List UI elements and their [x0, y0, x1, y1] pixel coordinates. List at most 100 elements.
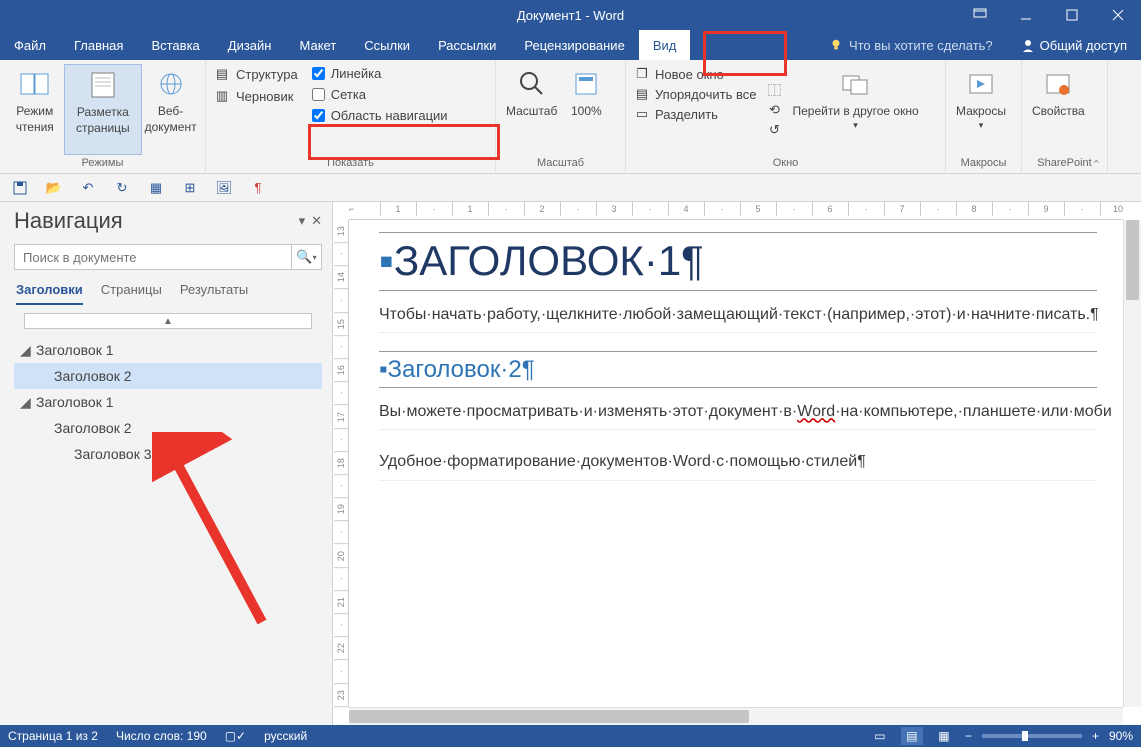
- scrollbar-thumb[interactable]: [349, 710, 749, 723]
- zoom-value[interactable]: 90%: [1109, 729, 1133, 743]
- nav-search[interactable]: 🔍▾: [14, 244, 322, 270]
- zoom-in-button[interactable]: +: [1092, 729, 1099, 743]
- navigation-pane: Навигация ▾ ✕ 🔍▾ Заголовки Страницы Резу…: [0, 202, 333, 725]
- title-bar: Документ1 - Word: [0, 0, 1141, 30]
- zoom-button[interactable]: Масштаб: [502, 64, 561, 155]
- vertical-scrollbar[interactable]: [1123, 220, 1141, 707]
- arrange-all-button[interactable]: ▤Упорядочить все: [634, 86, 756, 102]
- sync-scroll-icon[interactable]: ⟲: [766, 102, 782, 118]
- window-title: Документ1 - Word: [517, 8, 624, 23]
- outline-icon: ▤: [214, 66, 230, 82]
- status-page[interactable]: Страница 1 из 2: [8, 729, 98, 743]
- macros-button[interactable]: Макросы ▾: [952, 64, 1010, 155]
- nav-pane-title: Навигация: [14, 208, 123, 234]
- outline-check[interactable]: ▤Структура: [214, 66, 298, 82]
- gridlines-check[interactable]: Сетка: [312, 87, 448, 102]
- nav-tab-pages[interactable]: Страницы: [101, 282, 162, 305]
- web-layout-icon: [155, 68, 187, 100]
- ribbon-options-icon[interactable]: [957, 0, 1003, 30]
- web-layout-button[interactable]: Веб-документ: [142, 64, 199, 155]
- new-window-button[interactable]: ❐Новое окно: [634, 66, 756, 82]
- side-by-side-icon[interactable]: ⿰: [766, 82, 782, 98]
- draft-check[interactable]: ▥Черновик: [214, 88, 298, 104]
- reset-pos-icon[interactable]: ↺: [766, 122, 782, 138]
- paragraph: Вы·можете·просматривать·и·изменять·этот·…: [379, 398, 1097, 430]
- nav-tab-results[interactable]: Результаты: [180, 282, 248, 305]
- zoom-slider[interactable]: [982, 734, 1082, 738]
- read-mode-button[interactable]: Режим чтения: [6, 64, 64, 155]
- search-icon[interactable]: 🔍▾: [291, 245, 321, 269]
- paragraph: Удобное·форматирование·документов·Word·c…: [379, 448, 1097, 480]
- tab-home[interactable]: Главная: [60, 30, 137, 60]
- status-word-count[interactable]: Число слов: 190: [116, 729, 207, 743]
- heading-1: ▪ЗАГОЛОВОК·1¶: [379, 232, 1097, 291]
- tell-me[interactable]: Что вы хотите сделать?: [815, 38, 1007, 53]
- switch-windows-button[interactable]: Перейти в другое окно ▾: [788, 64, 922, 155]
- nav-close-icon[interactable]: ✕: [311, 213, 322, 229]
- document-page[interactable]: ▪ЗАГОЛОВОК·1¶ Чтобы·начать·работу,·щелкн…: [365, 220, 1111, 707]
- macros-icon: [965, 68, 997, 100]
- print-layout-view-icon[interactable]: ▤: [901, 727, 923, 745]
- tab-design[interactable]: Дизайн: [214, 30, 286, 60]
- nav-tab-headings[interactable]: Заголовки: [16, 282, 83, 305]
- read-mode-view-icon[interactable]: ▭: [869, 727, 891, 745]
- open-button[interactable]: 📂: [44, 178, 64, 198]
- close-button[interactable]: [1095, 0, 1141, 30]
- scrollbar-thumb[interactable]: [1126, 220, 1139, 300]
- split-button[interactable]: ▭Разделить: [634, 106, 756, 122]
- clear-format-button[interactable]: ¶: [248, 178, 268, 198]
- expand-icon[interactable]: ◢: [20, 342, 32, 359]
- tab-file[interactable]: Файл: [0, 30, 60, 60]
- group-label-macros: Макросы: [946, 155, 1021, 173]
- horizontal-ruler[interactable]: ⌐ 1·1·2·3·4·5·6·7·8·9·10·11·12·13·14·15·…: [349, 202, 1123, 220]
- properties-button[interactable]: Свойства: [1028, 64, 1089, 155]
- tree-node[interactable]: ◢Заголовок 1: [14, 389, 322, 415]
- horizontal-scrollbar[interactable]: [349, 707, 1123, 725]
- print-layout-button[interactable]: Разметка страницы: [64, 64, 143, 155]
- sharepoint-icon: [1042, 68, 1074, 100]
- zoom-100-button[interactable]: 100%: [561, 64, 611, 155]
- share-button[interactable]: Общий доступ: [1007, 38, 1141, 53]
- maximize-button[interactable]: [1049, 0, 1095, 30]
- preview-button[interactable]: ▦: [146, 178, 166, 198]
- tree-node[interactable]: Заголовок 2: [14, 415, 322, 441]
- tab-view[interactable]: Вид: [639, 30, 691, 60]
- tab-references[interactable]: Ссылки: [350, 30, 424, 60]
- zoom-slider-thumb[interactable]: [1022, 731, 1028, 741]
- minimize-button[interactable]: [1003, 0, 1049, 30]
- status-language[interactable]: русский: [264, 729, 307, 743]
- redo-button[interactable]: ↻: [112, 178, 132, 198]
- nav-dropdown-icon[interactable]: ▾: [299, 213, 306, 229]
- zoom-out-button[interactable]: −: [965, 729, 972, 743]
- tab-mailings[interactable]: Рассылки: [424, 30, 510, 60]
- vertical-ruler[interactable]: 13·14·15·16·17·18·19·20·21·22·23: [333, 220, 349, 707]
- table-button[interactable]: ⊞: [180, 178, 200, 198]
- group-label-window: Окно: [626, 155, 945, 173]
- quick-access-toolbar: 📂 ↶ ↻ ▦ ⊞ 🖼 ¶: [0, 174, 1141, 202]
- image-button[interactable]: 🖼: [214, 178, 234, 198]
- new-window-icon: ❐: [634, 66, 650, 82]
- nav-search-input[interactable]: [15, 250, 291, 265]
- print-layout-icon: [87, 69, 119, 101]
- collapse-ribbon-icon[interactable]: ⌃: [1092, 158, 1101, 171]
- tree-node[interactable]: ◢Заголовок 1: [14, 337, 322, 363]
- nav-collapse-bar[interactable]: ▲: [24, 313, 312, 329]
- spellcheck-icon[interactable]: ▢✓: [225, 729, 246, 743]
- navpane-check[interactable]: Область навигации: [312, 108, 448, 123]
- save-button[interactable]: [10, 178, 30, 198]
- lightbulb-icon: [829, 38, 843, 52]
- arrange-icon: ▤: [634, 86, 650, 102]
- tab-insert[interactable]: Вставка: [137, 30, 213, 60]
- person-icon: [1021, 38, 1035, 52]
- expand-icon[interactable]: ◢: [20, 394, 32, 411]
- ribbon-tabs: Файл Главная Вставка Дизайн Макет Ссылки…: [0, 30, 1141, 60]
- tab-layout[interactable]: Макет: [285, 30, 350, 60]
- tree-node[interactable]: Заголовок 3: [14, 441, 322, 467]
- tab-review[interactable]: Рецензирование: [510, 30, 638, 60]
- group-label-zoom: Масштаб: [496, 155, 625, 173]
- undo-button[interactable]: ↶: [78, 178, 98, 198]
- chevron-down-icon: ▾: [853, 120, 858, 132]
- web-layout-view-icon[interactable]: ▦: [933, 727, 955, 745]
- ruler-check[interactable]: Линейка: [312, 66, 448, 81]
- tree-node[interactable]: Заголовок 2: [14, 363, 322, 389]
